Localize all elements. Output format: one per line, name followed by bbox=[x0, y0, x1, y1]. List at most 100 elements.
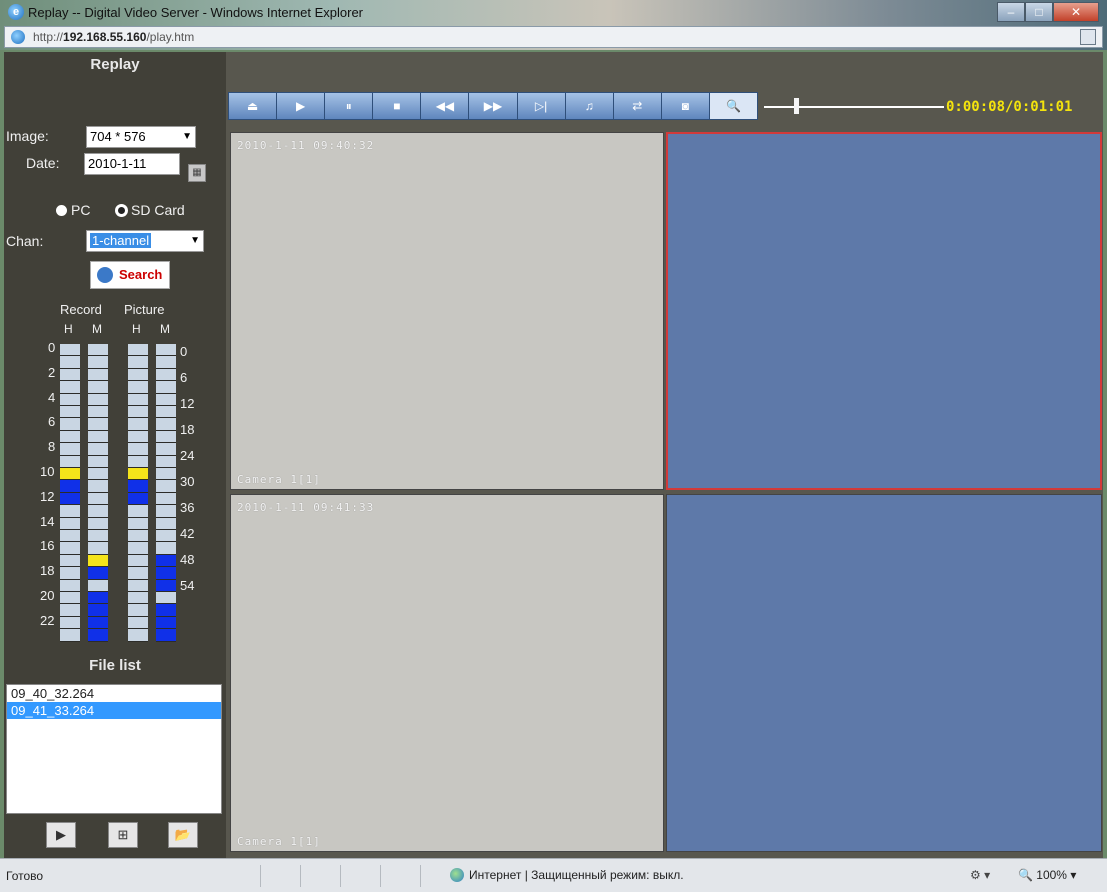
video-tile-4[interactable] bbox=[666, 494, 1102, 852]
timeline-segment[interactable] bbox=[128, 505, 148, 518]
compat-view-icon[interactable] bbox=[1080, 29, 1096, 45]
timeline-segment[interactable] bbox=[88, 554, 108, 568]
timeline-segment[interactable] bbox=[60, 393, 80, 406]
address-bar[interactable]: http://192.168.55.160/play.htm bbox=[4, 26, 1103, 48]
download-file-button[interactable]: ⊞ bbox=[108, 822, 138, 848]
snapshot-icon[interactable]: ◙ bbox=[662, 93, 710, 119]
timeline-segment[interactable] bbox=[128, 554, 148, 568]
timeline-segment[interactable] bbox=[60, 505, 80, 518]
step-icon[interactable]: ▷| bbox=[518, 93, 566, 119]
timeline-segment[interactable] bbox=[88, 344, 108, 357]
timeline-segment[interactable] bbox=[156, 480, 176, 493]
timeline-segment[interactable] bbox=[156, 492, 176, 506]
zoom-icon[interactable]: 🔍 bbox=[709, 93, 758, 119]
timeline-segment[interactable] bbox=[128, 616, 148, 630]
timeline-segment[interactable] bbox=[60, 567, 80, 580]
timeline-segment[interactable] bbox=[156, 455, 176, 468]
timeline-segment[interactable] bbox=[156, 393, 176, 406]
video-tile-2[interactable] bbox=[666, 132, 1102, 490]
protected-mode-icon[interactable]: ⚙ ▾ bbox=[970, 868, 990, 882]
open-folder-button[interactable]: 📂 bbox=[168, 822, 198, 848]
timeline-segment[interactable] bbox=[128, 381, 148, 394]
timeline-segment[interactable] bbox=[88, 406, 108, 419]
timeline-segment[interactable] bbox=[128, 567, 148, 580]
timeline-segment[interactable] bbox=[128, 530, 148, 543]
timeline-segment[interactable] bbox=[128, 480, 148, 493]
timeline-segment[interactable] bbox=[156, 443, 176, 456]
timeline-segment[interactable] bbox=[88, 592, 108, 605]
timeline-segment[interactable] bbox=[156, 592, 176, 605]
play-file-button[interactable]: ▶ bbox=[46, 822, 76, 848]
timeline-segment[interactable] bbox=[128, 455, 148, 468]
timeline-segment[interactable] bbox=[88, 455, 108, 468]
timeline-segment[interactable] bbox=[128, 592, 148, 605]
timeline-segment[interactable] bbox=[88, 418, 108, 431]
timeline-segment[interactable] bbox=[88, 517, 108, 530]
timeline-segment[interactable] bbox=[88, 616, 108, 630]
rewind-icon[interactable]: ◀◀ bbox=[421, 93, 470, 119]
image-size-select[interactable]: 704 * 576 ▼ bbox=[86, 126, 196, 148]
timeline-segment[interactable] bbox=[60, 468, 80, 481]
zoom-level[interactable]: 🔍 100% ▾ bbox=[1018, 868, 1076, 882]
seek-slider-track[interactable] bbox=[764, 106, 944, 108]
timeline-segment[interactable] bbox=[88, 629, 108, 642]
seek-slider-handle[interactable] bbox=[794, 98, 799, 114]
minimize-button[interactable]: – bbox=[997, 2, 1025, 22]
timeline-segment[interactable] bbox=[60, 455, 80, 468]
timeline-segment[interactable] bbox=[60, 554, 80, 568]
timeline-segment[interactable] bbox=[128, 517, 148, 530]
timeline-segment[interactable] bbox=[156, 505, 176, 518]
pause-icon[interactable]: ⏸ bbox=[325, 93, 374, 119]
timeline-segment[interactable] bbox=[60, 629, 80, 642]
record-hour-bar[interactable] bbox=[60, 344, 80, 642]
timeline-segment[interactable] bbox=[156, 530, 176, 543]
loop-icon[interactable]: ⇄ bbox=[614, 93, 662, 119]
timeline-segment[interactable] bbox=[88, 480, 108, 493]
timeline-segment[interactable] bbox=[128, 356, 148, 369]
source-pc-radio[interactable]: PC bbox=[56, 202, 90, 218]
calendar-icon[interactable]: ▦ bbox=[188, 164, 206, 182]
timeline-segment[interactable] bbox=[156, 542, 176, 555]
timeline-segment[interactable] bbox=[60, 517, 80, 530]
timeline-segment[interactable] bbox=[60, 406, 80, 419]
close-button[interactable]: ✕ bbox=[1053, 2, 1099, 22]
timeline-segment[interactable] bbox=[128, 430, 148, 444]
timeline-segment[interactable] bbox=[128, 443, 148, 456]
timeline-segment[interactable] bbox=[156, 430, 176, 444]
file-item-selected[interactable]: 09_41_33.264 bbox=[7, 702, 221, 719]
open-icon[interactable]: ⏏ bbox=[229, 93, 278, 119]
date-input[interactable]: 2010-1-11 bbox=[84, 153, 180, 175]
timeline-segment[interactable] bbox=[60, 592, 80, 605]
timeline-segment[interactable] bbox=[60, 368, 80, 382]
timeline-segment[interactable] bbox=[88, 567, 108, 580]
timeline-segment[interactable] bbox=[60, 356, 80, 369]
timeline-segment[interactable] bbox=[128, 418, 148, 431]
stop-icon[interactable]: ■ bbox=[373, 93, 422, 119]
timeline-segment[interactable] bbox=[60, 492, 80, 506]
timeline-segment[interactable] bbox=[156, 616, 176, 630]
timeline-segment[interactable] bbox=[88, 604, 108, 617]
timeline-segment[interactable] bbox=[156, 381, 176, 394]
timeline-segment[interactable] bbox=[156, 406, 176, 419]
timeline-segment[interactable] bbox=[156, 579, 176, 592]
timeline-segment[interactable] bbox=[128, 604, 148, 617]
play-icon[interactable]: ▶ bbox=[277, 93, 326, 119]
timeline-segment[interactable] bbox=[156, 368, 176, 382]
address-url[interactable]: http://192.168.55.160/play.htm bbox=[33, 30, 194, 44]
maximize-button[interactable]: □ bbox=[1025, 2, 1053, 22]
file-list[interactable]: 09_40_32.264 09_41_33.264 bbox=[6, 684, 222, 814]
timeline-segment[interactable] bbox=[88, 468, 108, 481]
security-zone[interactable]: Интернет | Защищенный режим: выкл. bbox=[450, 868, 684, 882]
timeline-segment[interactable] bbox=[60, 542, 80, 555]
timeline-segment[interactable] bbox=[88, 505, 108, 518]
fast-forward-icon[interactable]: ▶▶ bbox=[469, 93, 518, 119]
timeline-segment[interactable] bbox=[128, 368, 148, 382]
timeline-segment[interactable] bbox=[88, 356, 108, 369]
timeline-segment[interactable] bbox=[128, 393, 148, 406]
timeline-segment[interactable] bbox=[128, 492, 148, 506]
timeline-segment[interactable] bbox=[60, 480, 80, 493]
timeline-segment[interactable] bbox=[156, 356, 176, 369]
timeline-segment[interactable] bbox=[60, 443, 80, 456]
channel-select[interactable]: 1-channel ▼ bbox=[86, 230, 204, 252]
timeline-segment[interactable] bbox=[156, 344, 176, 357]
